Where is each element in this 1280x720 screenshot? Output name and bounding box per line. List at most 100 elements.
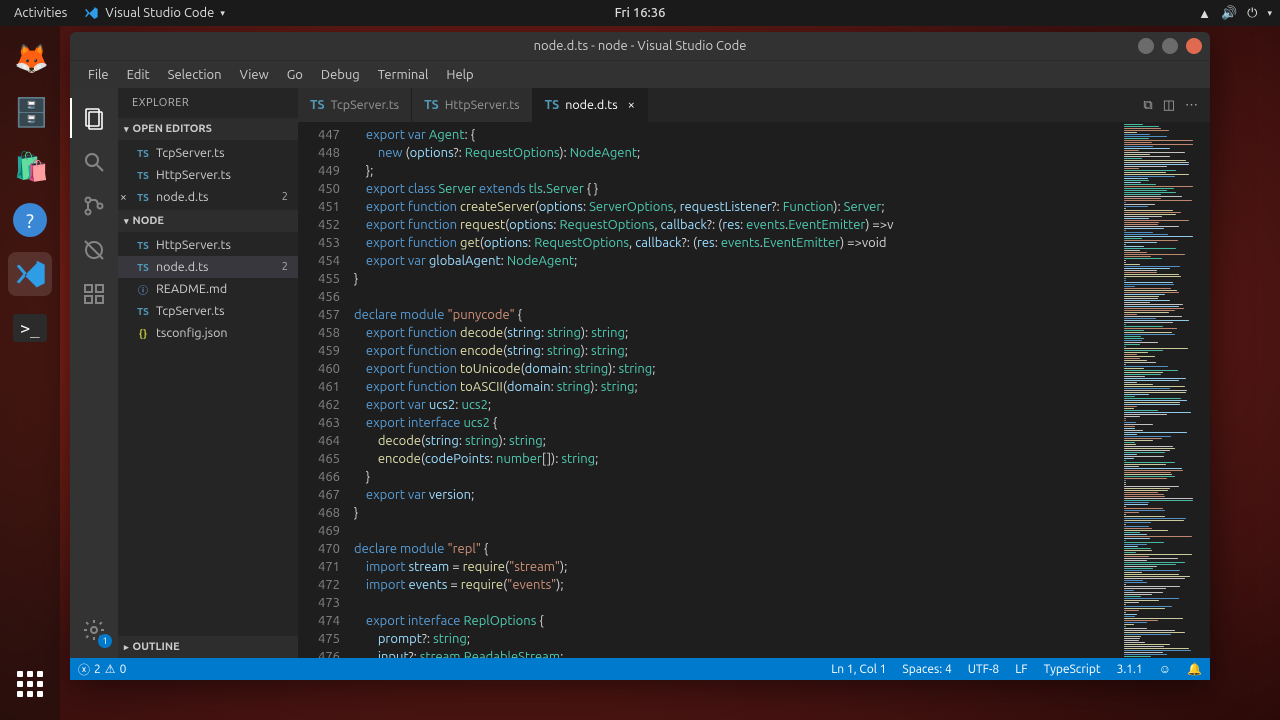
tab-tcpserver-ts[interactable]: TS TcpServer.ts — [298, 88, 412, 122]
dock-firefox[interactable]: 🦊 — [8, 36, 52, 80]
code-content[interactable]: export var Agent: { new (options?: Reque… — [354, 122, 1120, 658]
file-label: HttpServer.ts — [156, 238, 231, 252]
status-encoding[interactable]: UTF-8 — [960, 662, 1007, 676]
tab-bar: TS TcpServer.ts TSHttpServer.ts TS node.d.ts… — [298, 88, 1210, 122]
json-icon: {} — [136, 326, 150, 340]
dock-software[interactable]: 🛍️ — [8, 144, 52, 188]
file-label: TcpServer.ts — [156, 304, 225, 318]
split-editor-icon[interactable]: ◫ — [1163, 98, 1175, 113]
more-icon[interactable]: ⋯ — [1185, 98, 1198, 113]
activity-bar: 1 — [70, 88, 118, 658]
code-editor[interactable]: 4474484494504514524534544554564574584594… — [298, 122, 1210, 658]
typescript-icon: TS — [545, 98, 560, 112]
tab-node-d-ts[interactable]: TS node.d.ts × — [533, 88, 648, 122]
minimize-button[interactable] — [1138, 38, 1154, 54]
file-readme-md[interactable]: ⓘ README.md — [118, 278, 298, 300]
file-tcpserver-ts[interactable]: TS TcpServer.ts — [118, 300, 298, 322]
file-label: node.d.ts — [156, 190, 208, 204]
app-menu[interactable]: Visual Studio Code ▾ — [73, 5, 235, 21]
typescript-icon: TS — [136, 190, 150, 204]
menu-edit[interactable]: Edit — [119, 66, 158, 84]
close-button[interactable] — [1186, 38, 1202, 54]
dock-vscode[interactable] — [8, 252, 52, 296]
open-editor-node-d-ts[interactable]: × TS node.d.ts 2 — [118, 186, 298, 208]
typescript-icon: TS — [136, 168, 150, 182]
titlebar[interactable]: node.d.ts - node - Visual Studio Code — [70, 32, 1210, 60]
editor-group: TS TcpServer.ts TSHttpServer.ts TS node.d.ts… — [298, 88, 1210, 658]
dock: 🦊 🗄️ 🛍️ ? >_ — [0, 26, 60, 720]
typescript-icon: TS — [136, 146, 150, 160]
clock[interactable]: Fri 16:36 — [615, 6, 666, 20]
chevron-down-icon: ▾ — [220, 8, 225, 19]
activity-settings[interactable]: 1 — [70, 608, 118, 652]
dock-show-apps[interactable] — [8, 662, 52, 706]
file-label: node.d.ts — [156, 260, 208, 274]
menu-help[interactable]: Help — [438, 66, 481, 84]
system-tray[interactable]: ▲ 🔊 ⏻ ▾ — [1198, 6, 1272, 21]
maximize-button[interactable] — [1162, 38, 1178, 54]
activity-debug[interactable] — [70, 228, 118, 272]
menu-view[interactable]: View — [232, 66, 277, 84]
section-outline[interactable]: ▸OUTLINE — [118, 636, 298, 658]
file-label: HttpServer.ts — [156, 168, 231, 182]
activity-extensions[interactable] — [70, 272, 118, 316]
file-tsconfig-json[interactable]: {}tsconfig.json — [118, 322, 298, 344]
typescript-icon: TS — [136, 304, 150, 318]
vscode-icon — [83, 5, 99, 21]
open-editor-httpserver-ts[interactable]: TS HttpServer.ts — [118, 164, 298, 186]
status-problems[interactable]: ⓧ2 ⚠0 — [70, 661, 134, 678]
menu-go[interactable]: Go — [279, 66, 311, 84]
minimap[interactable] — [1120, 122, 1210, 658]
chevron-down-icon: ▾ — [1267, 8, 1272, 19]
activity-search[interactable] — [70, 140, 118, 184]
close-icon[interactable]: × — [120, 191, 127, 204]
compare-icon[interactable]: ⧉ — [1143, 98, 1152, 113]
sound-icon[interactable]: 🔊 — [1221, 6, 1237, 21]
status-bell-icon[interactable]: 🔔 — [1179, 662, 1210, 676]
problem-badge: 2 — [282, 191, 288, 203]
typescript-icon: TS — [136, 238, 150, 252]
sidebar: EXPLORER ▾OPEN EDITORS TSTcpServer.tsTSH… — [118, 88, 298, 658]
file-httpserver-ts[interactable]: TS HttpServer.ts — [118, 234, 298, 256]
status-ts-version[interactable]: 3.1.1 — [1109, 662, 1151, 676]
power-icon[interactable]: ⏻ — [1247, 6, 1257, 21]
status-indent[interactable]: Spaces: 4 — [894, 662, 959, 676]
network-icon[interactable]: ▲ — [1198, 6, 1211, 21]
dock-help[interactable]: ? — [8, 198, 52, 242]
vscode-window: node.d.ts - node - Visual Studio Code Fi… — [70, 32, 1210, 680]
chevron-down-icon: ▾ — [124, 216, 129, 227]
typescript-icon: TS — [310, 98, 325, 112]
open-editor-tcpserver-ts[interactable]: TS TcpServer.ts — [118, 142, 298, 164]
window-title: node.d.ts - node - Visual Studio Code — [534, 39, 747, 53]
menu-debug[interactable]: Debug — [313, 66, 368, 84]
tab-label: HttpServer.ts — [445, 98, 520, 112]
editor-actions: ⧉ ◫ ⋯ — [1131, 88, 1210, 122]
menu-selection[interactable]: Selection — [160, 66, 230, 84]
file-label: TcpServer.ts — [156, 146, 225, 160]
menu-terminal[interactable]: Terminal — [370, 66, 437, 84]
info-icon: ⓘ — [136, 282, 150, 296]
status-language[interactable]: TypeScript — [1036, 662, 1109, 676]
section-open-editors[interactable]: ▾OPEN EDITORS — [118, 118, 298, 140]
problem-badge: 2 — [282, 261, 288, 273]
status-eol[interactable]: LF — [1007, 662, 1035, 676]
activity-scm[interactable] — [70, 184, 118, 228]
tab-httpserver-ts[interactable]: TSHttpServer.ts — [412, 88, 532, 122]
activity-explorer[interactable] — [70, 96, 118, 140]
menu-file[interactable]: File — [80, 66, 117, 84]
tab-label: node.d.ts — [565, 98, 617, 112]
chevron-right-icon: ▸ — [124, 642, 129, 653]
chevron-down-icon: ▾ — [124, 124, 129, 135]
typescript-icon: TS — [136, 260, 150, 274]
tab-label: TcpServer.ts — [331, 98, 400, 112]
close-icon[interactable]: × — [628, 98, 635, 112]
dock-files[interactable]: 🗄️ — [8, 90, 52, 134]
dock-terminal[interactable]: >_ — [8, 306, 52, 350]
file-node-d-ts[interactable]: TS node.d.ts 2 — [118, 256, 298, 278]
status-position[interactable]: Ln 1, Col 1 — [823, 662, 894, 676]
warning-icon: ⚠ — [105, 662, 116, 676]
activities-button[interactable]: Activities — [8, 6, 73, 20]
file-label: README.md — [156, 282, 227, 296]
status-feedback-icon[interactable]: ☺ — [1151, 662, 1179, 676]
section-workspace[interactable]: ▾NODE — [118, 210, 298, 232]
